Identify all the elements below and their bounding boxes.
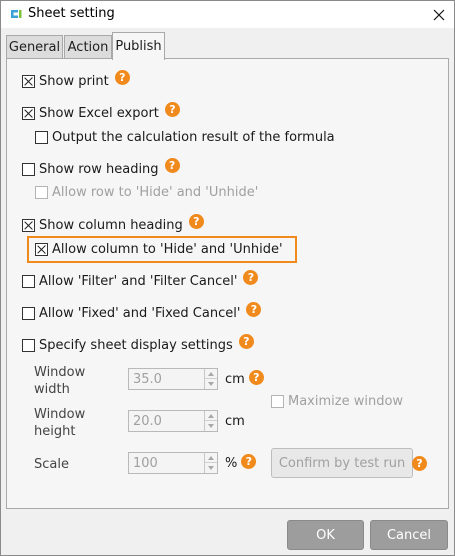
maximize-window-checkbox[interactable] — [271, 394, 284, 408]
maximize-window-label: Maximize window — [288, 393, 404, 409]
allow-row-hide-label: Allow row to 'Hide' and 'Unhide' — [52, 184, 259, 200]
ok-button[interactable]: OK — [287, 520, 364, 550]
specify-display-option[interactable]: Specify sheet display settings ? — [22, 333, 254, 355]
help-icon[interactable]: ? — [238, 333, 254, 349]
window-title: Sheet setting — [28, 6, 115, 21]
allow-fixed-label: Allow 'Fixed' and 'Fixed Cancel' — [39, 305, 241, 321]
show-row-heading-checkbox[interactable] — [22, 162, 35, 176]
allow-filter-checkbox[interactable] — [22, 274, 35, 288]
window-width-label: Window width — [34, 365, 86, 397]
help-icon[interactable]: ? — [243, 269, 259, 285]
scale-input[interactable] — [129, 453, 205, 473]
show-excel-export-checkbox[interactable] — [22, 106, 35, 120]
show-column-heading-checkbox[interactable] — [22, 218, 35, 232]
output-formula-result-label: Output the calculation result of the for… — [52, 129, 335, 145]
show-column-heading-label: Show column heading — [39, 217, 183, 233]
allow-column-hide-label: Allow column to 'Hide' and 'Unhide' — [52, 241, 283, 257]
help-icon[interactable]: ? — [248, 370, 264, 385]
allow-row-hide-option[interactable]: Allow row to 'Hide' and 'Unhide' — [35, 182, 258, 202]
window-height-label: Window height — [34, 407, 86, 439]
cancel-button[interactable]: Cancel — [370, 520, 448, 550]
window-height-input[interactable] — [129, 411, 205, 431]
show-row-heading-label: Show row heading — [39, 161, 159, 177]
output-formula-result-checkbox[interactable] — [35, 130, 48, 144]
scale-label: Scale — [34, 457, 69, 472]
help-icon[interactable]: ? — [164, 101, 180, 117]
show-column-heading-option[interactable]: Show column heading ? — [22, 213, 204, 235]
help-icon[interactable]: ? — [188, 213, 204, 229]
allow-column-hide-checkbox[interactable] — [35, 242, 48, 256]
decrement-button[interactable] — [205, 379, 217, 389]
publish-panel: Show print ? Show Excel export ? Output … — [6, 58, 449, 509]
window-width-unit-group: cm ? — [225, 370, 264, 387]
allow-column-hide-option[interactable]: Allow column to 'Hide' and 'Unhide' — [35, 239, 283, 259]
window-height-stepper[interactable] — [128, 410, 218, 432]
show-print-option[interactable]: Show print ? — [22, 69, 130, 91]
window-width-stepper[interactable] — [128, 368, 218, 390]
allow-fixed-option[interactable]: Allow 'Fixed' and 'Fixed Cancel' ? — [22, 301, 262, 323]
specify-display-label: Specify sheet display settings — [39, 337, 233, 353]
tab-action[interactable]: Action — [64, 35, 112, 59]
show-excel-export-option[interactable]: Show Excel export ? — [22, 101, 180, 123]
scale-stepper[interactable] — [128, 452, 218, 474]
show-excel-export-label: Show Excel export — [39, 105, 159, 121]
tab-general[interactable]: General — [6, 35, 63, 59]
show-print-checkbox[interactable] — [22, 74, 35, 88]
increment-button[interactable] — [205, 369, 217, 379]
app-logo-icon — [11, 10, 22, 18]
arrow-up-icon — [208, 413, 214, 418]
arrow-down-icon — [208, 424, 214, 428]
increment-button[interactable] — [205, 453, 217, 463]
arrow-down-icon — [208, 466, 214, 470]
scale-unit: % — [225, 456, 238, 471]
arrow-up-icon — [208, 455, 214, 460]
allow-filter-label: Allow 'Filter' and 'Filter Cancel' — [39, 273, 238, 289]
title-bar: Sheet setting — [1, 1, 454, 28]
specify-display-checkbox[interactable] — [22, 338, 35, 352]
allow-row-hide-checkbox[interactable] — [35, 185, 48, 199]
scale-unit-group: % ? — [225, 454, 257, 471]
allow-fixed-checkbox[interactable] — [22, 306, 35, 320]
help-icon[interactable]: ? — [164, 157, 180, 173]
confirm-test-run-button[interactable]: Confirm by test run — [271, 448, 413, 478]
sheet-setting-dialog: Sheet setting General Action Publish Sho… — [0, 0, 455, 556]
arrow-down-icon — [208, 382, 214, 386]
show-row-heading-option[interactable]: Show row heading ? — [22, 157, 180, 179]
close-icon — [433, 9, 445, 20]
window-width-unit: cm — [225, 372, 245, 387]
help-icon[interactable]: ? — [412, 456, 427, 471]
help-icon[interactable]: ? — [241, 454, 257, 469]
close-button[interactable] — [424, 1, 454, 28]
decrement-button[interactable] — [205, 421, 217, 431]
tab-publish[interactable]: Publish — [112, 32, 165, 60]
decrement-button[interactable] — [205, 463, 217, 473]
show-print-label: Show print — [39, 73, 109, 89]
allow-filter-option[interactable]: Allow 'Filter' and 'Filter Cancel' ? — [22, 269, 259, 291]
arrow-up-icon — [208, 371, 214, 376]
increment-button[interactable] — [205, 411, 217, 421]
window-height-unit: cm — [225, 414, 245, 429]
output-formula-result-option[interactable]: Output the calculation result of the for… — [35, 127, 335, 147]
help-icon[interactable]: ? — [114, 69, 130, 85]
window-width-input[interactable] — [129, 369, 205, 389]
help-icon[interactable]: ? — [246, 301, 262, 317]
maximize-window-option[interactable]: Maximize window — [271, 391, 403, 411]
